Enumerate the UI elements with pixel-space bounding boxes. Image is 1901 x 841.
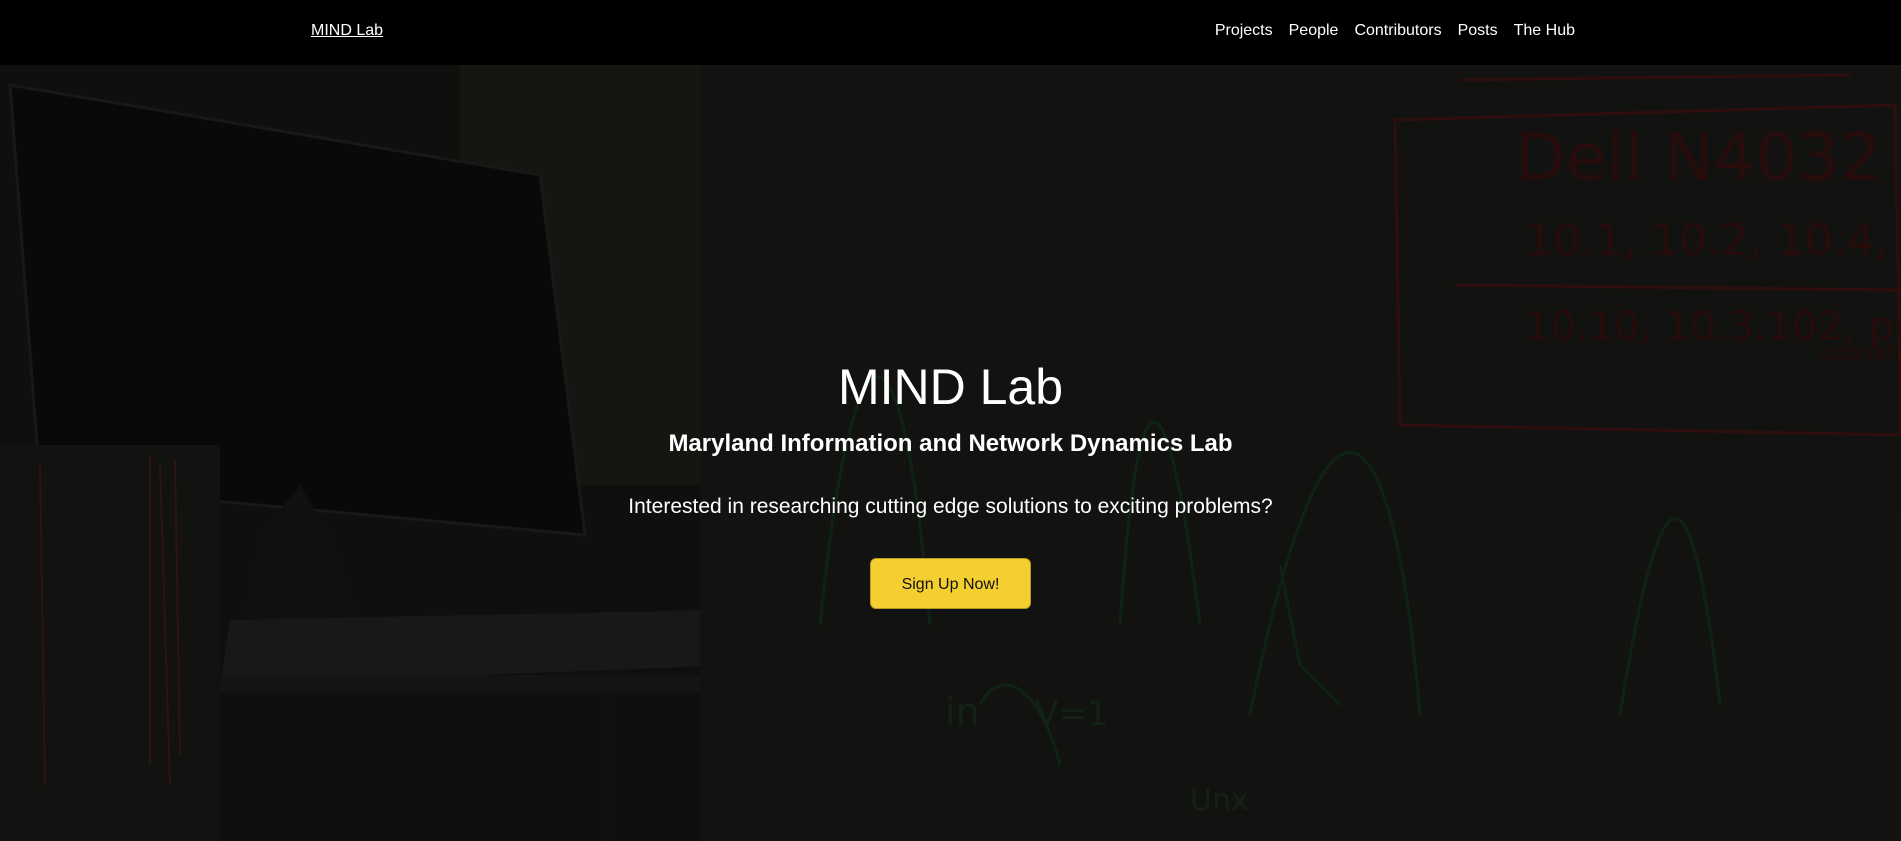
hero-section: Dell N4032 10.1, 10.2, 10.4, 10.5 10.10,… bbox=[0, 65, 1901, 841]
nav-link-posts[interactable]: Posts bbox=[1458, 22, 1498, 40]
top-navbar: MIND Lab Projects People Contributors Po… bbox=[0, 0, 1901, 65]
nav-links: Projects People Contributors Posts The H… bbox=[1215, 22, 1575, 40]
nav-link-the-hub[interactable]: The Hub bbox=[1514, 22, 1575, 40]
brand-link[interactable]: MIND Lab bbox=[311, 22, 383, 40]
hero-content: MIND Lab Maryland Information and Networ… bbox=[0, 65, 1901, 841]
nav-link-projects[interactable]: Projects bbox=[1215, 22, 1273, 40]
nav-link-people[interactable]: People bbox=[1289, 22, 1339, 40]
nav-link-contributors[interactable]: Contributors bbox=[1354, 22, 1441, 40]
sign-up-button[interactable]: Sign Up Now! bbox=[870, 558, 1031, 609]
hero-title: MIND Lab bbox=[837, 359, 1064, 415]
hero-subtitle: Maryland Information and Network Dynamic… bbox=[668, 430, 1233, 457]
hero-tagline: Interested in researching cutting edge s… bbox=[628, 495, 1273, 518]
